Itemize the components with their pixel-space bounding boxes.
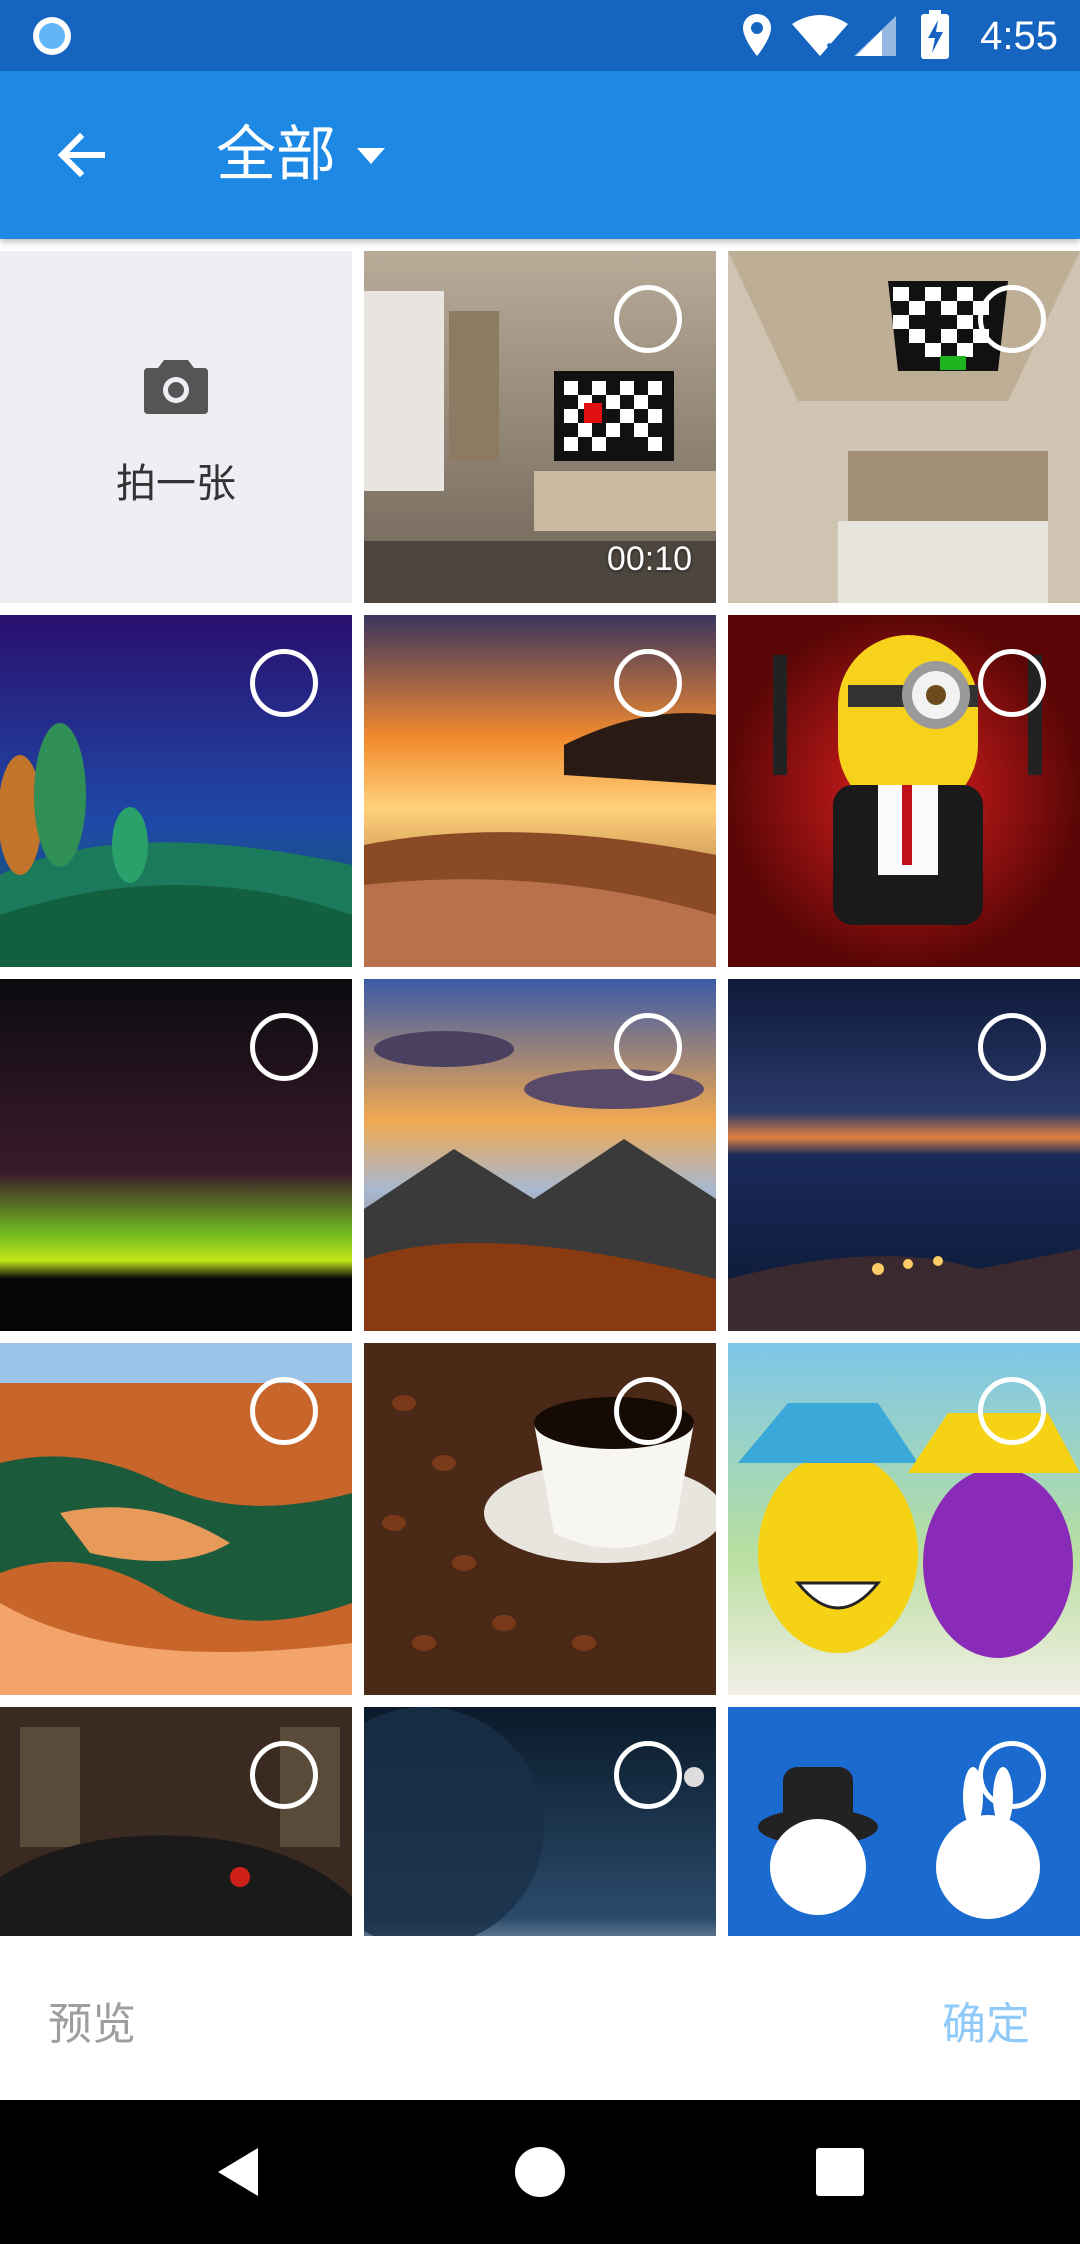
media-item[interactable] (0, 1343, 352, 1695)
media-item[interactable] (364, 1707, 716, 1936)
app-indicator-icon (33, 17, 71, 55)
wifi-icon (792, 15, 848, 58)
status-time: 4:55 (980, 14, 1058, 58)
select-checkbox[interactable] (978, 1013, 1046, 1081)
take-photo-label: 拍一张 (116, 461, 236, 507)
media-item[interactable] (0, 615, 352, 967)
nav-home-icon[interactable] (512, 2144, 568, 2200)
media-item[interactable] (728, 1343, 1080, 1695)
battery-charging-icon (921, 10, 949, 59)
media-item[interactable] (728, 615, 1080, 967)
select-checkbox[interactable] (250, 1741, 318, 1809)
thumbnail-cartoon (728, 1707, 1080, 1936)
select-checkbox[interactable] (614, 1741, 682, 1809)
media-item-video[interactable]: 00:10 (364, 251, 716, 603)
select-checkbox[interactable] (614, 1013, 682, 1081)
thumbnail-planet (364, 1707, 716, 1936)
confirm-button[interactable]: 确定 (942, 1988, 1030, 2052)
bottom-action-bar: 预览 确定 (0, 1936, 1080, 2100)
camera-icon (144, 360, 208, 414)
select-checkbox[interactable] (250, 1013, 318, 1081)
select-checkbox[interactable] (978, 1377, 1046, 1445)
media-item[interactable] (364, 615, 716, 967)
select-checkbox[interactable] (978, 285, 1046, 353)
select-checkbox[interactable] (614, 649, 682, 717)
media-grid: 拍一张 00:10 (0, 239, 1080, 1936)
select-checkbox[interactable] (614, 285, 682, 353)
thumbnail-sports-car (0, 1707, 352, 1936)
media-item[interactable] (0, 1707, 352, 1936)
location-icon (743, 14, 771, 56)
signal-icon (854, 16, 896, 56)
select-checkbox[interactable] (250, 1377, 318, 1445)
select-checkbox[interactable] (978, 649, 1046, 717)
media-item[interactable] (728, 251, 1080, 603)
status-bar: 4:55 (0, 0, 1080, 71)
arrow-back-icon[interactable] (50, 123, 114, 187)
preview-button[interactable]: 预览 (48, 1988, 136, 2052)
select-checkbox[interactable] (978, 1741, 1046, 1809)
video-duration: 00:10 (606, 540, 692, 578)
nav-recents-icon[interactable] (812, 2144, 868, 2200)
system-navigation-bar (0, 2100, 1080, 2244)
media-item[interactable] (364, 1343, 716, 1695)
dropdown-arrow-icon[interactable] (355, 146, 387, 166)
select-checkbox[interactable] (250, 649, 318, 717)
take-photo-tile[interactable]: 拍一张 (0, 251, 352, 603)
album-title[interactable]: 全部 (216, 113, 336, 197)
media-item[interactable] (0, 979, 352, 1331)
media-item[interactable] (728, 1707, 1080, 1936)
select-checkbox[interactable] (614, 1377, 682, 1445)
app-bar: 全部 (0, 71, 1080, 239)
media-item[interactable] (728, 979, 1080, 1331)
nav-back-icon[interactable] (212, 2144, 268, 2200)
media-item[interactable] (364, 979, 716, 1331)
